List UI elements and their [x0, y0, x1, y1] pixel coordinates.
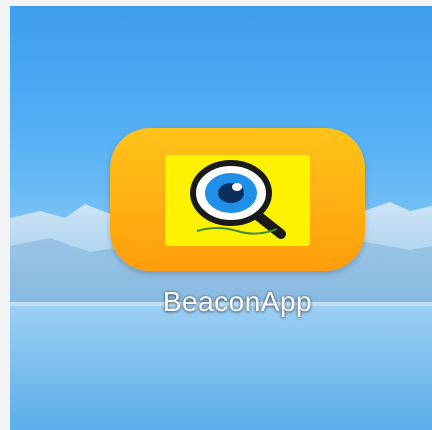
- beaconapp-icon-button[interactable]: BeaconApp: [106, 123, 369, 323]
- app-label: BeaconApp: [162, 286, 313, 317]
- app-logo: [165, 155, 310, 246]
- home-screen: BeaconApp: [10, 6, 432, 430]
- app-icon-tile: [110, 128, 365, 271]
- magnifier-eye-logo-icon: [190, 160, 286, 239]
